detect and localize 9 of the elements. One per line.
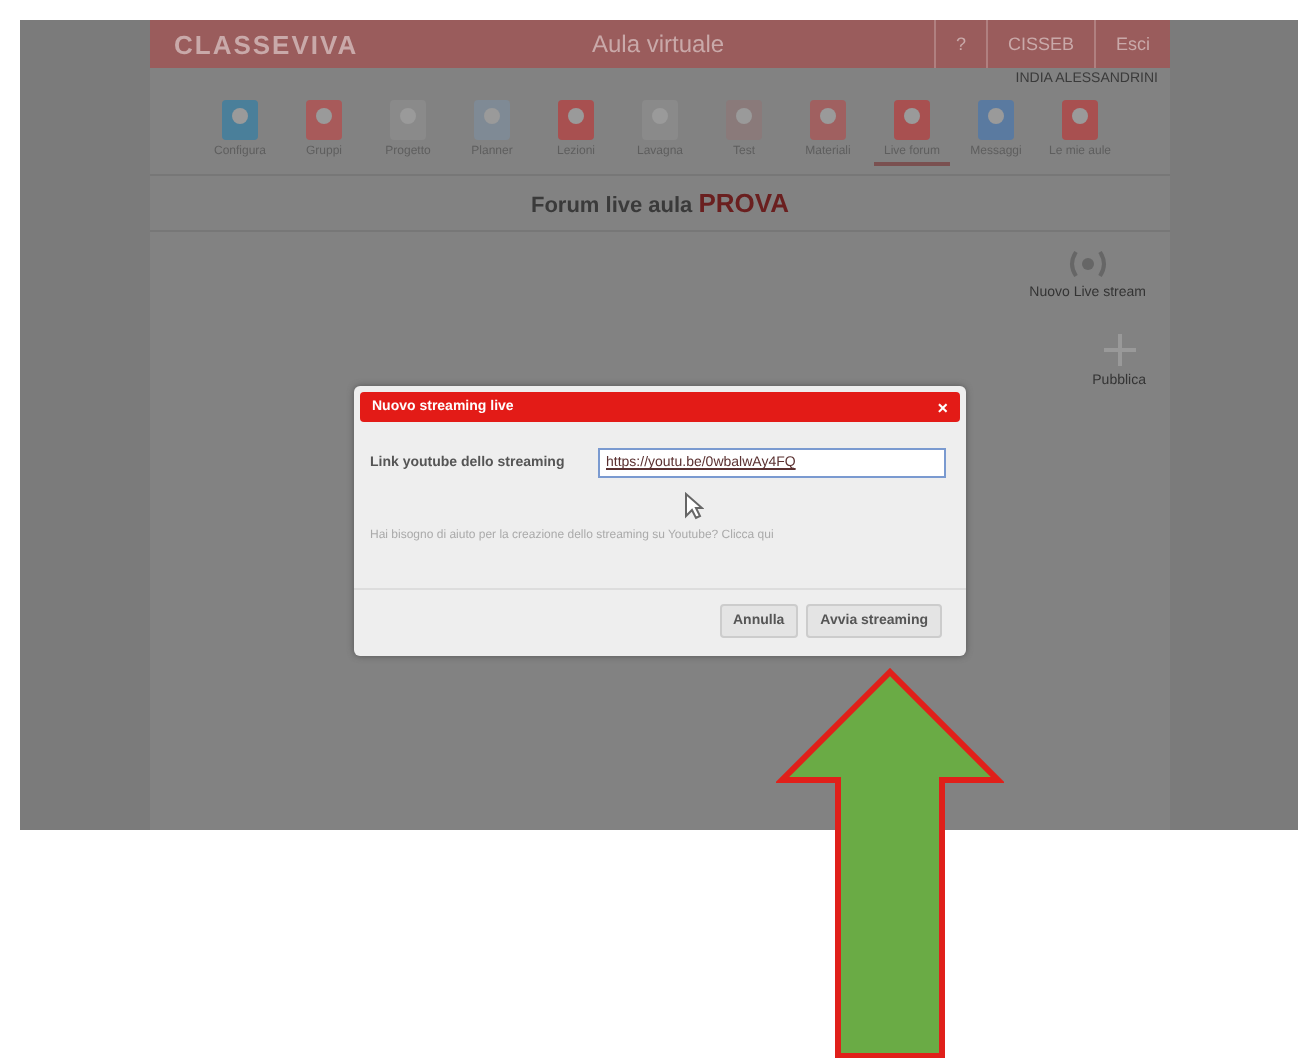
cursor-icon	[684, 492, 704, 520]
app-title: Aula virtuale	[590, 30, 727, 58]
help-button[interactable]: ?	[933, 20, 986, 68]
logo: CLASSEVIVA	[172, 29, 361, 59]
broadcast-icon	[1065, 248, 1110, 280]
close-button[interactable]: ×	[937, 397, 948, 417]
page-title: Forum live aula PROVA	[150, 176, 1170, 232]
user-button[interactable]: CISSEB	[985, 20, 1094, 68]
exit-button[interactable]: Esci	[1093, 20, 1170, 68]
